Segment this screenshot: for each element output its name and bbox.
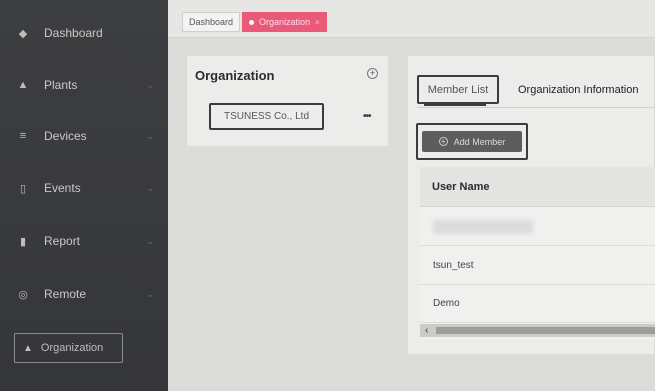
- sidebar-item-remote[interactable]: ◎ Remote ⌄: [0, 274, 168, 314]
- tab-organization[interactable]: Organization ×: [242, 12, 327, 32]
- events-icon: ▯: [19, 182, 27, 195]
- tab-label: Dashboard: [189, 17, 234, 27]
- chevron-down-icon: ⌄: [146, 130, 154, 141]
- chevron-down-icon: ⌄: [146, 79, 154, 90]
- sidebar-item-label: Organization: [40, 342, 104, 354]
- sidebar-item-label: Report: [44, 234, 81, 248]
- remote-icon: ◎: [18, 288, 28, 301]
- org-node-label: TSUNESS Co., Ltd: [223, 111, 310, 122]
- sidebar-item-organization[interactable]: ▲ Organization: [14, 333, 123, 363]
- dashboard-icon: ◆: [18, 27, 28, 40]
- chevron-left-icon[interactable]: ‹: [425, 325, 428, 336]
- add-member-button[interactable]: + Add Member: [422, 131, 522, 152]
- table-row[interactable]: Demo: [420, 285, 655, 323]
- sidebar: ◆ Dashboard ▲ Plants ⌄ ≡ Devices ⌄ ▯ Eve…: [0, 0, 168, 391]
- redacted-value: [433, 219, 533, 234]
- table-row[interactable]: [420, 208, 655, 246]
- active-dot-icon: [249, 19, 254, 25]
- chevron-down-icon: ⌄: [146, 182, 154, 193]
- tab-bar: Dashboard Organization ×: [168, 0, 655, 38]
- tab-dashboard[interactable]: Dashboard: [182, 12, 241, 32]
- more-options-icon[interactable]: •••: [363, 111, 371, 122]
- member-table: User Name tsun_test Demo ‹: [420, 167, 655, 339]
- sidebar-item-devices[interactable]: ≡ Devices ⌄: [0, 116, 168, 156]
- tab-label: Organization: [259, 17, 311, 27]
- org-tree-node[interactable]: TSUNESS Co., Ltd: [209, 103, 324, 130]
- tab-label: Member List: [427, 83, 489, 96]
- tab-member-list[interactable]: Member List: [417, 75, 499, 104]
- sidebar-item-events[interactable]: ▯ Events ⌄: [0, 168, 168, 208]
- panel-title: Organization: [195, 68, 275, 83]
- sidebar-item-label: Events: [44, 181, 81, 195]
- button-label: Add Member: [453, 136, 506, 147]
- sidebar-item-label: Dashboard: [44, 26, 103, 40]
- close-icon[interactable]: ×: [315, 18, 320, 27]
- sidebar-item-label: Devices: [44, 129, 87, 143]
- report-icon: ▮: [19, 235, 27, 248]
- chevron-down-icon: ⌄: [146, 235, 154, 246]
- divider: [417, 107, 655, 108]
- member-panel: Member List Organization Information + A…: [407, 55, 655, 355]
- add-organization-icon[interactable]: +: [367, 68, 378, 79]
- sidebar-item-label: Remote: [44, 287, 87, 301]
- table-row[interactable]: tsun_test: [420, 247, 655, 285]
- plant-icon: ▲: [17, 79, 29, 91]
- sidebar-item-label: Plants: [44, 78, 78, 92]
- tab-organization-information[interactable]: Organization Information: [518, 84, 638, 96]
- sidebar-item-dashboard[interactable]: ◆ Dashboard: [0, 13, 168, 53]
- user-name-cell: Demo: [433, 298, 460, 309]
- column-header-user-name[interactable]: User Name: [420, 167, 655, 207]
- devices-icon: ≡: [19, 130, 27, 142]
- user-name-cell: tsun_test: [433, 260, 474, 271]
- horizontal-scrollbar[interactable]: ‹: [420, 324, 655, 337]
- sidebar-item-report[interactable]: ▮ Report ⌄: [0, 221, 168, 261]
- plus-circle-icon: +: [438, 137, 448, 146]
- organization-icon: ▲: [23, 342, 33, 354]
- active-tab-indicator: [424, 104, 486, 106]
- organization-panel: Organization + TSUNESS Co., Ltd •••: [186, 55, 389, 147]
- chevron-down-icon: ⌄: [146, 288, 154, 299]
- add-member-highlight: + Add Member: [416, 123, 528, 160]
- scrollbar-thumb[interactable]: [436, 327, 655, 334]
- sidebar-item-plants[interactable]: ▲ Plants ⌄: [0, 65, 168, 105]
